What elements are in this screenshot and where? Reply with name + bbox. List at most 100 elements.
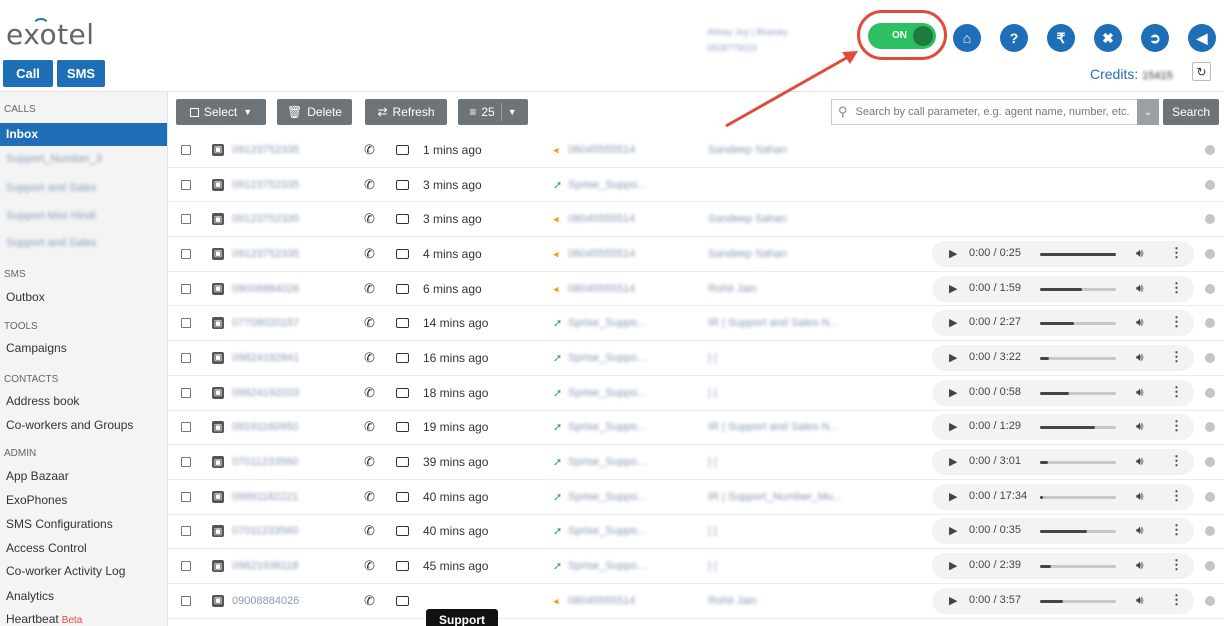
table-row[interactable]: ▣ 09008884026 ✆ 6 mins ago ◂ 08045555514 Rohit…	[168, 272, 1224, 307]
contact-card-icon[interactable]: ▣	[212, 594, 224, 607]
contact-card-icon[interactable]: ▣	[212, 421, 224, 434]
tools-icon[interactable]: ✖	[1094, 24, 1122, 52]
logout-icon[interactable]: ➲	[1141, 24, 1169, 52]
more-options-icon[interactable]: ⋮	[1170, 384, 1183, 400]
audio-player[interactable]: ▶ 0:00 / 2:39 🔊︎ ⋮	[932, 553, 1194, 580]
message-icon[interactable]	[396, 422, 409, 433]
message-icon[interactable]	[396, 387, 409, 398]
volume-icon[interactable]: 🔊︎	[1136, 385, 1144, 400]
announcement-icon[interactable]: ◀	[1188, 24, 1216, 52]
audio-progress-bar[interactable]	[1040, 287, 1116, 291]
play-icon[interactable]: ▶	[949, 282, 957, 295]
sidebar-item-group[interactable]: Support and Sales	[0, 182, 97, 194]
table-row[interactable]: ▣ 09821938118 ✆ 45 mins ago ➚ Sprise_Suppo...…	[168, 549, 1224, 584]
sidebar-item-analytics[interactable]: Analytics	[0, 589, 54, 603]
row-checkbox[interactable]	[181, 491, 191, 502]
message-icon[interactable]	[396, 144, 409, 155]
caller-number[interactable]: 09123752335	[232, 144, 299, 156]
play-icon[interactable]: ▶	[949, 316, 957, 329]
row-checkbox[interactable]	[181, 595, 191, 606]
phone-icon[interactable]: ✆	[364, 523, 375, 539]
volume-icon[interactable]: 🔊︎	[1136, 246, 1144, 261]
caller-number[interactable]: 07011233560	[232, 525, 298, 537]
message-icon[interactable]	[396, 179, 409, 190]
message-icon[interactable]	[396, 491, 409, 502]
contact-card-icon[interactable]: ▣	[212, 282, 224, 295]
audio-player[interactable]: ▶ 0:00 / 1:29 🔊︎ ⋮	[932, 414, 1194, 441]
table-row[interactable]: ▣ 09123752335 ✆ 3 mins ago ◂ 08045555514 Sande…	[168, 202, 1224, 238]
search-input[interactable]: ⚲ Search by call parameter, e.g. agent n…	[831, 99, 1137, 125]
play-icon[interactable]: ▶	[949, 524, 957, 537]
play-icon[interactable]: ▶	[949, 559, 957, 572]
volume-icon[interactable]: 🔊︎	[1136, 454, 1144, 469]
message-icon[interactable]	[396, 283, 409, 294]
phone-icon[interactable]: ✆	[364, 142, 375, 158]
audio-progress-bar[interactable]	[1040, 530, 1116, 534]
play-icon[interactable]: ▶	[949, 490, 957, 503]
volume-icon[interactable]: 🔊︎	[1136, 315, 1144, 330]
table-row[interactable]: ▣ 09123752335 ✆ 3 mins ago ➚ Sprise_Suppo...	[168, 168, 1224, 203]
row-checkbox[interactable]	[181, 457, 191, 468]
sidebar-item-app-bazaar[interactable]: App Bazaar	[0, 469, 69, 483]
more-options-icon[interactable]: ⋮	[1170, 280, 1183, 296]
message-icon[interactable]	[396, 318, 409, 329]
availability-toggle[interactable]: ON	[868, 23, 936, 49]
sidebar-item-coworkers[interactable]: Co-workers and Groups	[0, 418, 133, 432]
rupee-icon[interactable]: ₹	[1047, 24, 1075, 52]
contact-card-icon[interactable]: ▣	[212, 317, 224, 330]
row-checkbox[interactable]	[181, 214, 191, 225]
audio-player[interactable]: ▶ 0:00 / 3:22 🔊︎ ⋮	[932, 344, 1194, 371]
more-options-icon[interactable]: ⋮	[1170, 418, 1183, 434]
more-options-icon[interactable]: ⋮	[1170, 488, 1183, 504]
refresh-credits-icon[interactable]: ↻	[1192, 62, 1211, 81]
audio-progress-bar[interactable]	[1040, 461, 1116, 465]
phone-icon[interactable]: ✆	[364, 454, 375, 470]
volume-icon[interactable]: 🔊︎	[1136, 558, 1144, 573]
more-options-icon[interactable]: ⋮	[1170, 314, 1183, 330]
sidebar-item-group[interactable]: Support Mss Hindi	[0, 210, 96, 222]
sidebar-item-group[interactable]: Support and Sales	[0, 237, 97, 249]
audio-progress-bar[interactable]	[1040, 565, 1116, 569]
audio-progress-bar[interactable]	[1040, 426, 1116, 430]
play-icon[interactable]: ▶	[949, 247, 957, 260]
sidebar-item-group[interactable]: Support_Number_3	[0, 153, 102, 165]
caller-number[interactable]: 09008884026	[232, 595, 299, 607]
audio-player[interactable]: ▶ 0:00 / 3:57 🔊︎ ⋮	[932, 587, 1194, 614]
audio-player[interactable]: ▶ 0:00 / 3:01 🔊︎ ⋮	[932, 449, 1194, 476]
caller-number[interactable]: 09824192033	[232, 387, 299, 399]
phone-icon[interactable]: ✆	[364, 558, 375, 574]
sidebar-item-outbox[interactable]: Outbox	[0, 290, 45, 304]
phone-icon[interactable]: ✆	[364, 315, 375, 331]
table-row[interactable]: ▣ 09008884026 ✆ ◂ 08045555514 Rohit Jain ▶ 0:00…	[168, 584, 1224, 619]
volume-icon[interactable]: 🔊︎	[1136, 350, 1144, 365]
more-options-icon[interactable]: ⋮	[1170, 453, 1183, 469]
row-checkbox[interactable]	[181, 561, 191, 572]
volume-icon[interactable]: 🔊︎	[1136, 281, 1144, 296]
more-options-icon[interactable]: ⋮	[1170, 557, 1183, 573]
contact-card-icon[interactable]: ▣	[212, 247, 224, 260]
message-icon[interactable]	[396, 248, 409, 259]
sms-button[interactable]: SMS	[57, 60, 105, 87]
sidebar-item-sms-configurations[interactable]: SMS Configurations	[0, 517, 113, 531]
message-icon[interactable]	[396, 595, 409, 606]
table-row[interactable]: ▣ 07011233560 ✆ 39 mins ago ➚ Sprise_Suppo...…	[168, 445, 1224, 480]
play-icon[interactable]: ▶	[949, 351, 957, 364]
row-checkbox[interactable]	[181, 318, 191, 329]
audio-player[interactable]: ▶ 0:00 / 2:27 🔊︎ ⋮	[932, 310, 1194, 337]
phone-icon[interactable]: ✆	[364, 419, 375, 435]
exotel-logo[interactable]: exotel	[6, 18, 95, 51]
contact-card-icon[interactable]: ▣	[212, 178, 224, 191]
audio-player[interactable]: ▶ 0:00 / 1:59 🔊︎ ⋮	[932, 275, 1194, 302]
row-checkbox[interactable]	[181, 352, 191, 363]
phone-icon[interactable]: ✆	[364, 211, 375, 227]
more-options-icon[interactable]: ⋮	[1170, 522, 1183, 538]
caller-number[interactable]: 09008884026	[232, 283, 299, 295]
table-row[interactable]: ▣ 07708020157 ✆ 14 mins ago ➚ Sprise_Suppo...…	[168, 306, 1224, 342]
phone-icon[interactable]: ✆	[364, 177, 375, 193]
contact-card-icon[interactable]: ▣	[212, 560, 224, 573]
volume-icon[interactable]: 🔊︎	[1136, 489, 1144, 504]
message-icon[interactable]	[396, 352, 409, 363]
phone-icon[interactable]: ✆	[364, 489, 375, 505]
caller-number[interactable]: 09891182221	[232, 491, 298, 503]
volume-icon[interactable]: 🔊︎	[1136, 419, 1144, 434]
